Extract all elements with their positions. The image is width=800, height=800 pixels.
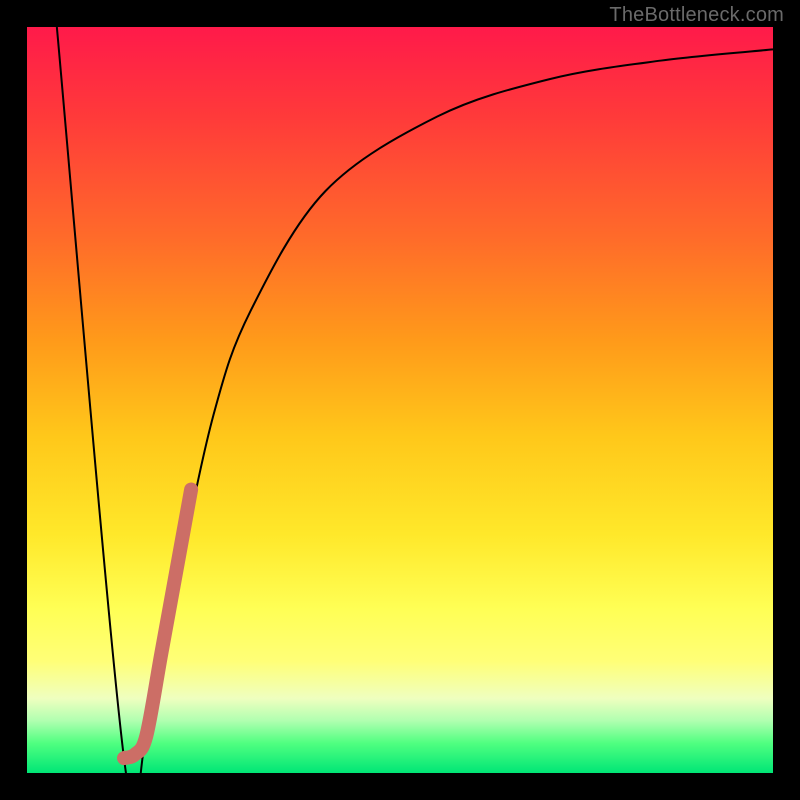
chart-svg — [27, 27, 773, 773]
attribution-label: TheBottleneck.com — [609, 4, 784, 27]
plot-area — [27, 27, 773, 773]
chart-frame: TheBottleneck.com — [0, 0, 800, 800]
highlight-segment — [124, 490, 191, 759]
